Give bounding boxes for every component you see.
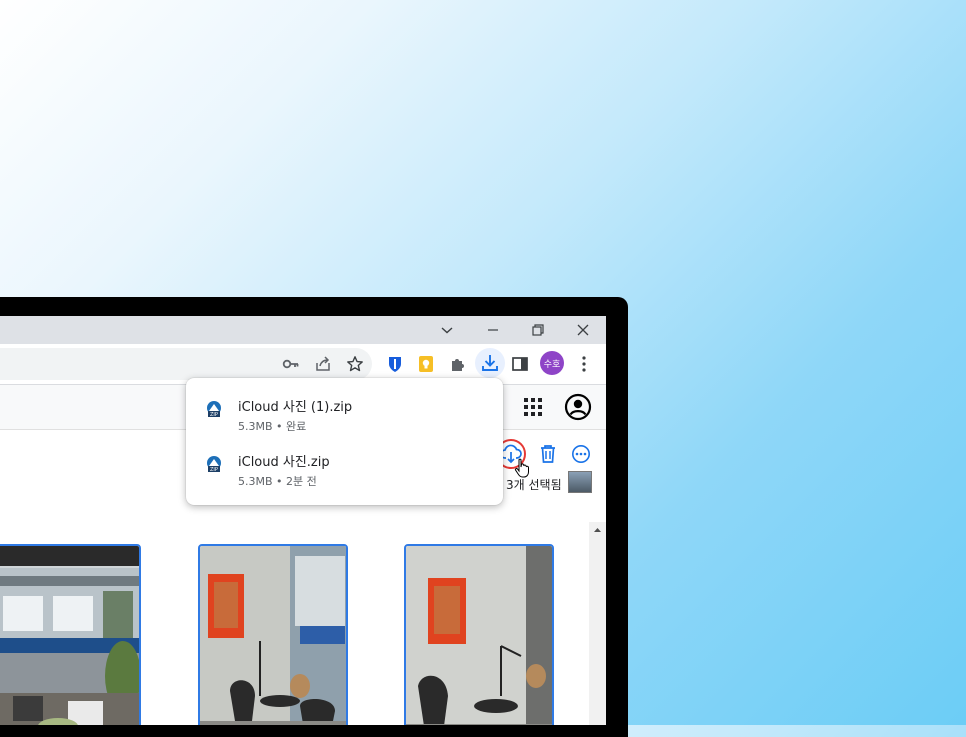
profile-avatar[interactable]: 수호	[540, 351, 564, 375]
download-status: 5.3MB • 2분 전	[238, 475, 317, 488]
apps-grid-icon[interactable]	[520, 394, 546, 420]
downloads-button[interactable]	[475, 348, 505, 378]
download-status: 5.3MB • 완료	[238, 420, 307, 433]
close-button[interactable]	[568, 316, 598, 344]
share-icon[interactable]	[310, 351, 336, 377]
photo-tile-cafe-interior-1[interactable]	[198, 544, 348, 725]
download-item[interactable]: ZIP iCloud 사진.zip 5.3MB • 2분 전	[186, 445, 503, 497]
svg-text:ZIP: ZIP	[210, 412, 218, 418]
cafe-exterior-photo	[0, 546, 139, 725]
address-bar[interactable]	[0, 348, 372, 380]
zip-file-icon: ZIP	[207, 401, 221, 418]
svg-text:ZIP: ZIP	[210, 467, 218, 473]
bitwarden-extension-icon[interactable]	[382, 351, 408, 377]
minimize-button[interactable]	[478, 316, 508, 344]
more-options-icon[interactable]	[568, 441, 594, 467]
side-panel-icon[interactable]	[507, 351, 533, 377]
account-icon[interactable]	[564, 393, 592, 421]
selection-count: 3개 선택됨	[506, 478, 562, 492]
download-filename: iCloud 사진 (1).zip	[238, 400, 353, 415]
download-item[interactable]: ZIP iCloud 사진 (1).zip 5.3MB • 완료	[186, 390, 503, 442]
cafe-interior-photo	[200, 546, 346, 725]
restore-button[interactable]	[523, 316, 553, 344]
cafe-interior-photo	[406, 546, 552, 725]
photo-tile-cafe-interior-2[interactable]	[404, 544, 554, 725]
trash-icon[interactable]	[535, 441, 561, 467]
title-bar	[0, 316, 606, 344]
vertical-scrollbar[interactable]	[589, 522, 606, 725]
hand-cursor-icon	[514, 458, 530, 478]
scroll-up-arrow-icon	[594, 528, 601, 532]
photo-tile-cafe-exterior[interactable]	[0, 544, 141, 725]
zip-file-icon: ZIP	[207, 456, 221, 473]
download-icon	[482, 355, 498, 371]
chrome-menu-icon[interactable]	[571, 351, 597, 377]
tab-search-icon[interactable]	[432, 316, 462, 344]
extensions-puzzle-icon[interactable]	[445, 351, 471, 377]
download-filename: iCloud 사진.zip	[238, 455, 330, 470]
keep-extension-icon[interactable]	[413, 351, 439, 377]
key-icon[interactable]	[278, 351, 304, 377]
bookmark-star-icon[interactable]	[342, 351, 368, 377]
selection-thumbnail	[568, 471, 592, 493]
downloads-panel: ZIP iCloud 사진 (1).zip 5.3MB • 완료 ZIP iCl…	[186, 378, 503, 505]
